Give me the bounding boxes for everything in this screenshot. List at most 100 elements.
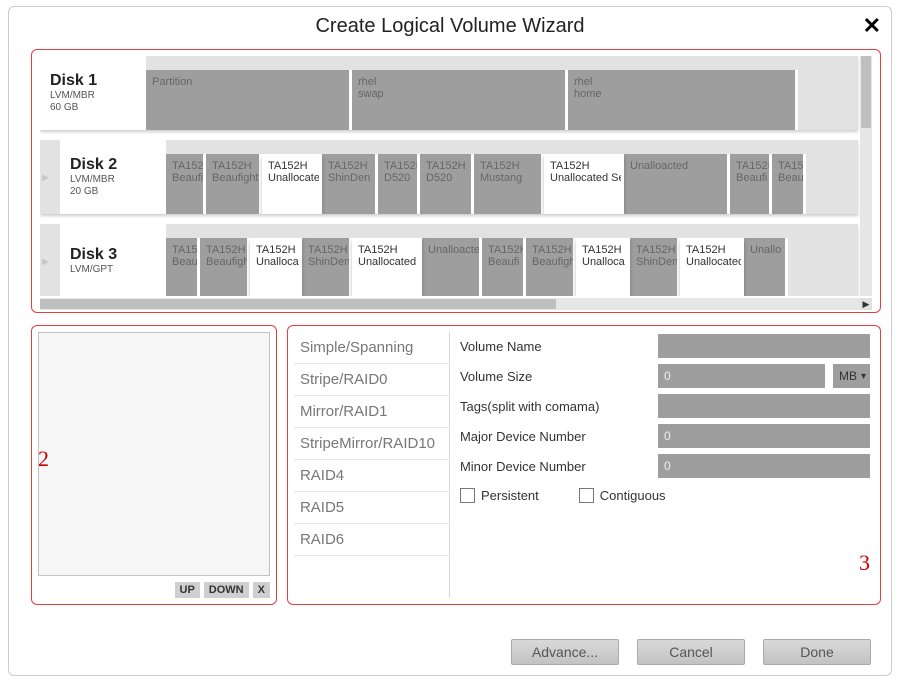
dialog-title: Create Logical Volume Wizard [315,15,584,38]
remove-button[interactable]: X [253,582,270,598]
volume-size-input[interactable] [658,364,825,388]
advance-button[interactable]: Advance... [511,639,619,665]
close-icon[interactable]: ✕ [863,13,881,39]
partition-block[interactable]: TA152HBeaufight [200,238,250,296]
partition-label-line1: TA152H [488,244,519,256]
partition-label-line2: Unalloca [256,256,295,268]
partition-label-line2: Beaufight [532,256,569,268]
major-device-input[interactable] [658,424,870,448]
partition-block[interactable]: TA152HBeaufighter [206,154,262,214]
partition-block[interactable]: TA152HUnallocated [680,238,744,296]
volume-size-unit-value: MB [839,369,857,383]
panel-label-2: 2 [38,446,49,472]
partition-label-line2: ShinDen [308,256,345,268]
selected-extents-listbox[interactable] [38,332,270,576]
checkbox-icon [579,488,594,503]
raid-type-option[interactable]: Simple/Spanning [294,332,449,364]
cancel-button[interactable]: Cancel [637,639,745,665]
raid-type-option[interactable]: StripeMirror/RAID10 [294,428,449,460]
partition-block[interactable]: TA152HBeaufi [482,238,526,296]
partition-label-line2: Beau [778,172,799,184]
disk-row[interactable]: ▸Disk 2 LVM/MBR 20 GBTA152HBeaufiTA152HB… [40,140,858,214]
move-down-button[interactable]: DOWN [204,582,249,598]
partition-block[interactable]: Partition [146,70,352,130]
partition-block[interactable]: TA152HBeaufi [166,154,206,214]
partition-block[interactable]: Unalloacted [624,154,730,214]
partition-block[interactable]: TA152HBeau [772,154,806,214]
partition-block[interactable]: rhelswap [352,70,568,130]
partition-label-line2: Beaufight [206,256,243,268]
partition-label-line1: TA152H [328,160,371,172]
partition-block[interactable]: rhelhome [568,70,798,130]
partition-label-line1: TA152H [736,160,765,172]
partition-label-line2: Beaufighter [212,172,255,184]
partition-block[interactable]: TA152HShinDen [322,154,378,214]
contiguous-checkbox[interactable]: Contiguous [579,488,666,503]
selection-list-panel: 2 UP DOWN X [31,325,277,605]
partition-block[interactable]: TA152HShinDen [630,238,680,296]
disk-row[interactable]: ▸Disk 3 LVM/GPT TA152HBeaufTA152HBeaufig… [40,224,858,296]
disk-name: Disk 1 [50,72,136,90]
disk-row[interactable]: ▸Disk 1 LVM/MBR 60 GBPartitionrhelswaprh… [40,56,858,130]
panel-label-3: 3 [859,550,870,576]
move-up-button[interactable]: UP [175,582,200,598]
partition-label-line1: TA152H [384,160,413,172]
raid-type-option[interactable]: RAID4 [294,460,449,492]
raid-type-list: Simple/SpanningStripe/RAID0Mirror/RAID1S… [294,332,450,598]
partition-block[interactable]: TA152HBeaufi [730,154,772,214]
persistent-label: Persistent [481,488,539,503]
partition-block[interactable]: TA152HUnallocated Se [544,154,624,214]
partitions-strip: TA152HBeaufTA152HBeaufightTA152HUnalloca… [166,238,858,296]
titlebar: Create Logical Volume Wizard ✕ [9,7,891,45]
partition-block[interactable]: TA152HD520 [420,154,474,214]
partition-block[interactable]: TA152HBeauf [166,238,200,296]
partition-block[interactable]: TA152HBeaufight [526,238,576,296]
dialog-footer: Advance... Cancel Done [9,631,891,675]
disk-header[interactable]: Disk 1 LVM/MBR 60 GB [40,56,146,130]
volume-name-input[interactable] [658,334,870,358]
partition-label-line1: TA152H [550,160,617,172]
disk-name: Disk 3 [70,246,156,264]
partitions-strip: TA152HBeaufiTA152HBeaufighterTA152HUnall… [166,154,858,214]
partition-block[interactable]: TA152HUnalloca [250,238,302,296]
partition-label-line2: ShinDen [328,172,371,184]
volume-size-unit-select[interactable]: MB ▾ [833,364,870,388]
partition-label-line2: Beaufi [172,172,199,184]
persistent-checkbox[interactable]: Persistent [460,488,539,503]
partition-label-line2: ShinDen [636,256,673,268]
partition-block[interactable]: Unalloacted [422,238,482,296]
partition-label-line1: TA152H [212,160,255,172]
raid-type-option[interactable]: RAID6 [294,524,449,556]
disk-header[interactable]: Disk 2 LVM/MBR 20 GB [60,140,166,214]
disk-header[interactable]: Disk 3 LVM/GPT [60,224,166,296]
horizontal-scrollbar[interactable]: ▶ [40,298,872,310]
raid-type-option[interactable]: Mirror/RAID1 [294,396,449,428]
disk-type: LVM/MBR [70,174,156,186]
raid-type-option[interactable]: Stripe/RAID0 [294,364,449,396]
partition-block[interactable]: TA152HShinDen [302,238,352,296]
partition-block[interactable]: Unallo [744,238,788,296]
partition-label-line1: TA152H [636,244,673,256]
partition-label-line1: rhel [358,76,561,88]
partition-label-line1: TA152H [256,244,295,256]
partition-label-line2: D520 [384,172,413,184]
partition-block[interactable]: TA152HUnallocated [262,154,322,214]
disk-size: 60 GB [50,102,136,114]
partition-label-line2: Unalloca [582,256,623,268]
done-button[interactable]: Done [763,639,871,665]
vertical-scrollbar[interactable] [860,56,872,296]
contiguous-label: Contiguous [600,488,666,503]
partition-block[interactable]: TA152HMustang [474,154,544,214]
partition-block[interactable]: TA152HUnallocated [352,238,422,296]
tags-input[interactable] [658,394,870,418]
chevron-down-icon: ▾ [861,371,866,382]
expand-icon[interactable]: ▸ [42,169,49,186]
partition-label-line1: Unallo [750,244,781,256]
partition-block[interactable]: TA152HD520 [378,154,420,214]
minor-device-input[interactable] [658,454,870,478]
expand-icon[interactable]: ▸ [42,253,49,270]
raid-type-option[interactable]: RAID5 [294,492,449,524]
partition-block[interactable]: TA152HUnalloca [576,238,630,296]
scroll-right-icon[interactable]: ▶ [860,298,872,310]
partition-label-line1: rhel [574,76,791,88]
